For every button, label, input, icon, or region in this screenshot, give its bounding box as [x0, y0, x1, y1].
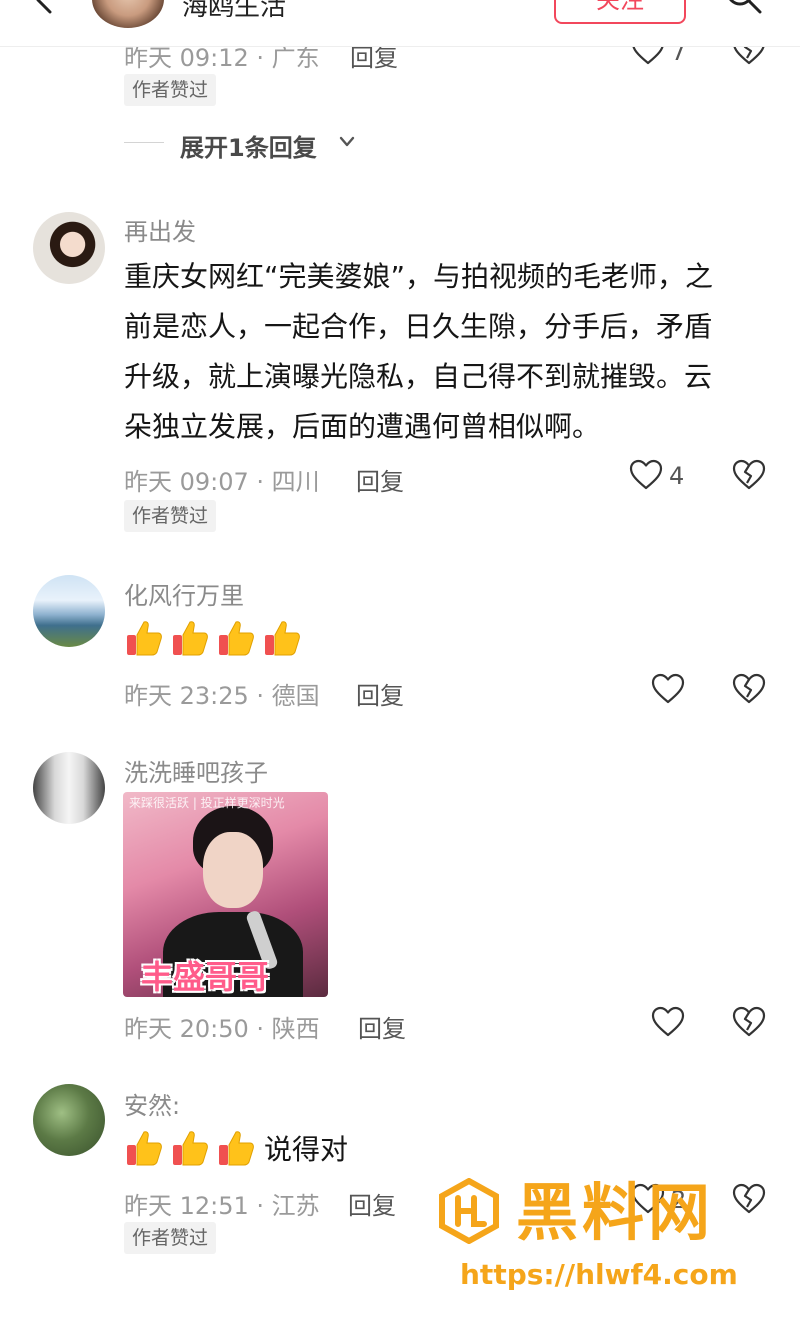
author-liked-badge: 作者赞过 — [124, 1222, 217, 1254]
comment-meta: 昨天 20:50 · 陕西 回复 — [124, 1009, 406, 1044]
like-icon[interactable] — [651, 673, 685, 705]
comment-username[interactable]: 化风行万里 — [124, 576, 244, 611]
author-liked-badge: 作者赞过 — [124, 74, 217, 106]
like-icon[interactable] — [651, 1006, 685, 1038]
thumbs-up-emoji — [127, 1131, 162, 1166]
reply-button[interactable]: 回复 — [358, 1009, 406, 1044]
thumbs-up-emoji — [127, 621, 162, 656]
like-icon[interactable] — [629, 459, 663, 491]
comment-meta: 昨天 23:25 · 德国 回复 — [124, 676, 404, 711]
thumbs-up-emoji — [219, 621, 254, 656]
comment-text-line: 前是恋人，一起合作，日久生隙，分手后，矛盾 — [124, 310, 713, 343]
broken-heart-icon[interactable] — [732, 673, 766, 705]
watermark-brand: 黑料网 — [516, 1176, 715, 1249]
top-bar: 海鸥生活 关注 — [0, 0, 800, 47]
comment-text-line: 朵独立发展，后面的遭遇何曾相似啊。 — [124, 410, 601, 443]
expand-replies-button[interactable]: 展开1条回复 — [180, 128, 317, 163]
avatar[interactable] — [33, 212, 105, 284]
reply-button[interactable]: 回复 — [348, 1186, 396, 1221]
comment-text: 说得对 — [264, 1133, 349, 1166]
comment-emoji-row: 说得对 — [124, 1128, 348, 1172]
comment-time-location: 昨天 23:25 · 德国 — [124, 682, 320, 710]
like-count: 4 — [669, 462, 685, 490]
thumbs-up-emoji — [173, 621, 208, 656]
watermark-url: https://hlwf4.com — [460, 1258, 738, 1291]
expand-divider — [124, 142, 164, 143]
comment-username[interactable]: 安然: — [124, 1086, 180, 1121]
author-avatar[interactable] — [92, 0, 164, 28]
comment-sticker-image[interactable]: 来踩很活跃 | 投正样更深时光 丰盛哥哥 — [123, 792, 328, 997]
comment-time-location: 昨天 09:07 · 四川 — [124, 468, 320, 496]
comment-time-location: 昨天 12:51 · 江苏 — [124, 1192, 320, 1220]
author-liked-badge: 作者赞过 — [124, 500, 217, 532]
comment-username[interactable]: 再出发 — [124, 212, 196, 247]
thumbs-up-emoji — [173, 1131, 208, 1166]
follow-button[interactable]: 关注 — [554, 0, 686, 24]
comment-time-location: 昨天 20:50 · 陕西 — [124, 1015, 320, 1043]
avatar[interactable] — [33, 1084, 105, 1156]
comment-username[interactable]: 洗洗睡吧孩子 — [124, 753, 268, 788]
comment-meta: 昨天 09:07 · 四川 回复 — [124, 462, 404, 497]
broken-heart-icon[interactable] — [732, 459, 766, 491]
reply-button[interactable]: 回复 — [356, 676, 404, 711]
comment-emoji-row — [124, 618, 308, 662]
comment-time-location: 昨天 09:12 · 广东 — [124, 44, 320, 72]
comment-text: 重庆女网红“完美婆娘”，与拍视频的毛老师，之 前是恋人，一起合作，日久生隙，分手… — [124, 252, 764, 452]
thumbs-up-emoji — [219, 1131, 254, 1166]
sticker-caption: 丰盛哥哥 — [141, 958, 270, 996]
comment-text-line: 升级，就上演曝光隐私，自己得不到就摧毁。云 — [124, 360, 713, 393]
avatar[interactable] — [33, 752, 105, 824]
chevron-down-icon[interactable] — [338, 134, 356, 150]
watermark-logo-icon — [439, 1178, 499, 1244]
avatar[interactable] — [33, 575, 105, 647]
search-icon[interactable] — [724, 0, 766, 16]
broken-heart-icon[interactable] — [732, 1006, 766, 1038]
sticker-figure-face — [203, 832, 263, 908]
comment-meta: 昨天 12:51 · 江苏 回复 — [124, 1186, 396, 1221]
back-arrow-icon[interactable] — [30, 0, 60, 16]
sticker-top-text: 来踩很活跃 | 投正样更深时光 — [129, 796, 285, 810]
watermark: 黑料网 https://hlwf4.com — [436, 1178, 776, 1298]
reply-button[interactable]: 回复 — [356, 462, 404, 497]
thumbs-up-emoji — [265, 621, 300, 656]
comment-text-line: 重庆女网红“完美婆娘”，与拍视频的毛老师，之 — [124, 260, 714, 293]
author-name: 海鸥生活 — [182, 0, 287, 22]
